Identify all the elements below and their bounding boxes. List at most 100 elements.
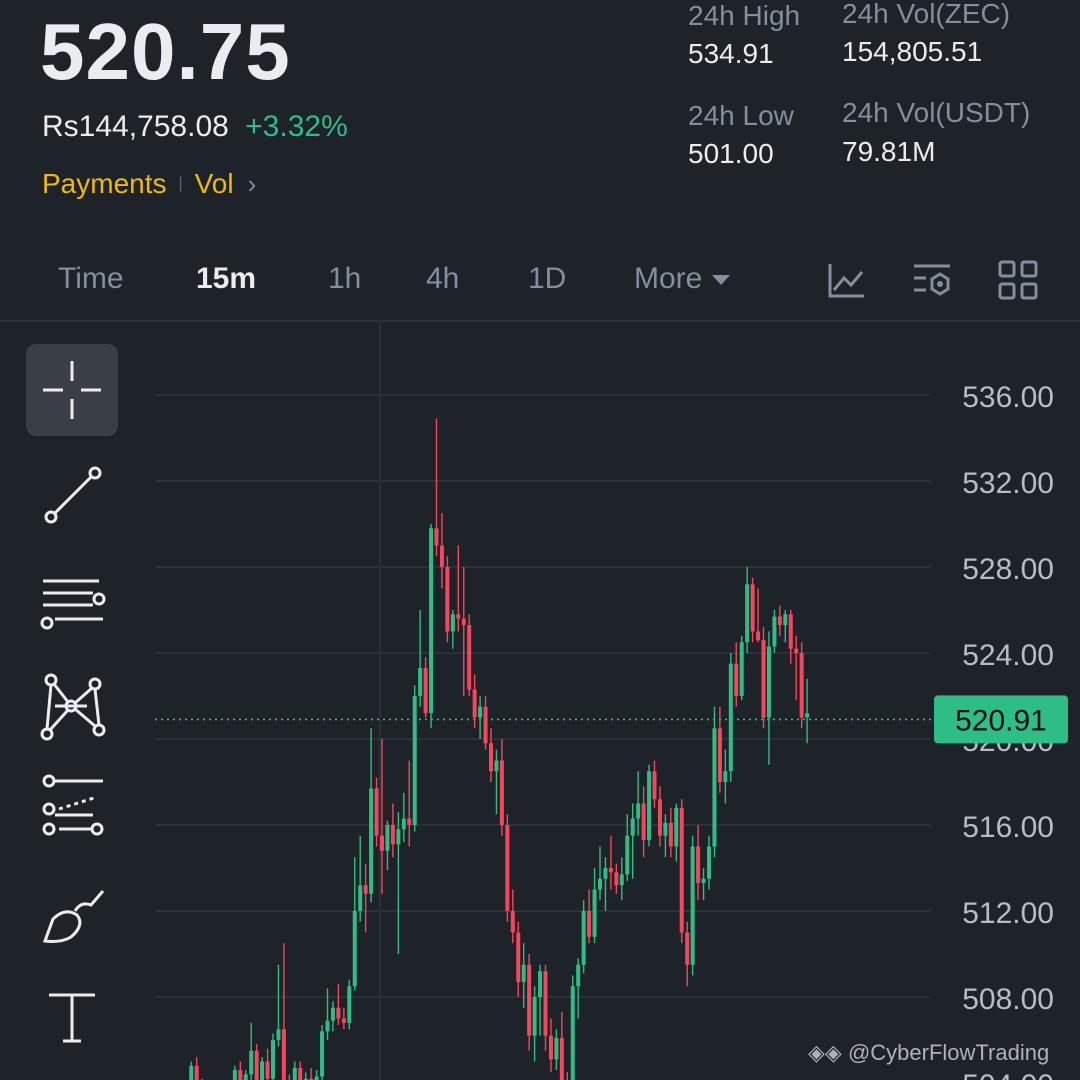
candle-body (510, 911, 515, 933)
candle-body (483, 706, 488, 744)
candle-body (647, 771, 652, 841)
link-separator: | (178, 175, 183, 192)
candle-body (554, 1037, 559, 1060)
tab-1d[interactable]: 1D (528, 262, 566, 296)
candle-body (412, 696, 417, 825)
candle-body (728, 663, 733, 772)
brush-tool[interactable] (26, 868, 118, 960)
candle-body (260, 1061, 265, 1080)
candle-body (679, 807, 684, 933)
candle-body (271, 1040, 275, 1079)
candle-body (314, 1076, 319, 1080)
price-tick-label: 508.00 (962, 983, 1054, 1016)
text-icon (49, 993, 95, 1043)
candle-body (189, 1065, 194, 1080)
tab-more[interactable]: More (634, 262, 731, 296)
caret-down-icon (712, 275, 731, 286)
tab-time[interactable]: Time (58, 262, 124, 296)
fiat-price-row: Rs144,758.08 +3.32% (42, 110, 348, 144)
candle-body (788, 614, 793, 649)
candle-body (445, 567, 450, 632)
candle-body (396, 829, 401, 845)
candles (189, 418, 810, 1080)
candle-body (527, 964, 532, 1036)
watermark: ◈◈ @CyberFlowTrading (808, 1040, 1050, 1065)
candle-body (794, 648, 799, 653)
candle-body (330, 1007, 335, 1021)
fiat-price: Rs144,758.08 (42, 110, 229, 143)
candle-body (581, 911, 586, 965)
candle-body (630, 818, 635, 836)
indicator-line-icon[interactable] (824, 258, 868, 302)
current-price-label: 520.91 (955, 704, 1047, 737)
candle-body (717, 728, 722, 782)
candle-body (548, 1035, 553, 1060)
fib-lines-tool[interactable] (26, 762, 118, 854)
price-change: +3.32% (245, 110, 348, 143)
candle-body (652, 771, 657, 800)
candle-body (723, 771, 728, 782)
candle-body (696, 846, 701, 884)
pattern-icon (40, 673, 106, 741)
candle-body (472, 689, 477, 718)
trend-line-tool[interactable] (26, 448, 118, 540)
layout-grid-icon[interactable] (996, 258, 1040, 302)
candle-body (407, 818, 412, 825)
vol-link[interactable]: Vol (195, 168, 234, 200)
candle-body (625, 835, 630, 875)
candle-body (499, 760, 504, 825)
candle-body (685, 932, 690, 965)
candle-body (341, 1018, 346, 1023)
tab-1h[interactable]: 1h (328, 262, 361, 296)
tab-4h[interactable]: 4h (426, 262, 459, 296)
candle-body (429, 528, 434, 714)
price-tick-label: 512.00 (962, 897, 1054, 930)
chart-settings-icon[interactable] (910, 258, 954, 302)
crosshair-icon (43, 361, 101, 419)
candle-body (734, 663, 739, 696)
candle-body (232, 1070, 237, 1080)
high-value: 534.91 (688, 38, 774, 69)
candle-body (690, 846, 695, 965)
candle-body (461, 618, 466, 626)
candlestick-chart[interactable]: 536.00532.00528.00524.00520.00516.00512.… (0, 322, 1080, 1080)
candle-body (766, 646, 771, 718)
candle-body (570, 986, 575, 1080)
candle-body (249, 1050, 254, 1075)
candle-body (756, 631, 761, 641)
high-label: 24h High (688, 0, 801, 31)
candle-body (418, 668, 423, 696)
chevron-right-icon[interactable]: › (248, 169, 257, 200)
crosshair-tool[interactable] (26, 344, 118, 436)
candle-body (276, 1029, 281, 1040)
price-tick-label: 516.00 (962, 811, 1054, 844)
brush-icon (42, 890, 105, 943)
candle-body (238, 1070, 243, 1080)
price-tick-label: 536.00 (962, 381, 1054, 414)
candle-body (369, 788, 374, 894)
candle-body (598, 878, 602, 890)
candle-body (559, 1037, 564, 1080)
text-tool[interactable] (26, 970, 118, 1062)
tab-15m[interactable]: 15m (196, 262, 256, 296)
candle-body (281, 1029, 286, 1080)
price-tick-label: 524.00 (962, 639, 1054, 672)
candle-body (576, 964, 581, 987)
pattern-tool[interactable] (26, 660, 118, 752)
vol-quote-value: 79.81M (842, 136, 936, 167)
more-label: More (634, 262, 703, 295)
candle-body (750, 584, 755, 632)
payments-link[interactable]: Payments (42, 168, 167, 200)
candle-body (298, 1067, 303, 1080)
horizontal-lines-icon (40, 579, 106, 630)
vol-quote-label: 24h Vol(USDT) (842, 97, 1031, 128)
candle-body (352, 911, 357, 987)
candle-body (603, 868, 608, 879)
candle-body (380, 835, 384, 851)
chart-grid (155, 394, 930, 998)
candle-body (799, 653, 804, 718)
candle-body (456, 614, 461, 619)
candle-body (674, 807, 679, 847)
candle-body (516, 932, 521, 982)
horizontal-lines-tool[interactable] (26, 556, 118, 648)
